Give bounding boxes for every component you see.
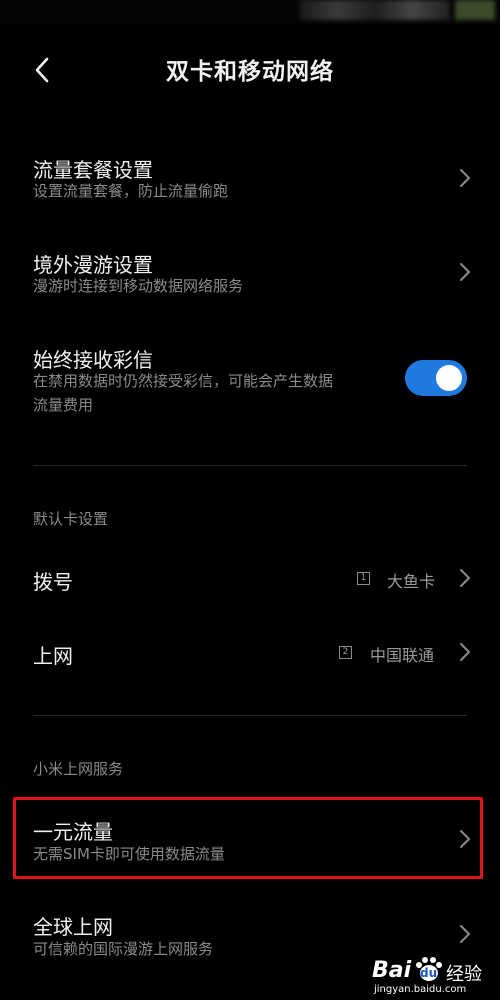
item-title: 境外漫游设置 bbox=[33, 253, 153, 277]
sim-1-icon: 1 bbox=[357, 572, 370, 585]
internet-value: 中国联通 bbox=[370, 646, 435, 665]
watermark-url: jingyan.baidu.com bbox=[374, 984, 467, 995]
roaming-settings-item[interactable]: 境外漫游设置 漫游时连接到移动数据网络服务 bbox=[0, 245, 500, 307]
internet-item[interactable]: 上网 2 中国联通 bbox=[0, 634, 500, 674]
traffic-plan-settings-item[interactable]: 流量套餐设置 设置流量套餐，防止流量偷跑 bbox=[0, 150, 500, 212]
chevron-right-icon bbox=[460, 569, 470, 587]
divider bbox=[33, 465, 467, 466]
sim-2-icon: 2 bbox=[339, 646, 352, 659]
item-title: 全球上网 bbox=[33, 915, 113, 939]
dial-value: 大鱼卡 bbox=[387, 572, 436, 591]
chevron-right-icon bbox=[460, 925, 470, 943]
chevron-right-icon bbox=[460, 169, 470, 187]
watermark-suffix: 经验 bbox=[446, 964, 482, 985]
item-subtitle: 可信赖的国际漫游上网服务 bbox=[33, 940, 214, 958]
section-label-default-card: 默认卡设置 bbox=[33, 510, 109, 528]
status-bar bbox=[0, 0, 500, 24]
divider bbox=[33, 715, 467, 716]
toggle-knob bbox=[436, 365, 462, 391]
status-icons-blurred bbox=[300, 0, 450, 20]
item-title: 拨号 bbox=[33, 570, 73, 594]
chevron-right-icon bbox=[460, 643, 470, 661]
item-subtitle-line1: 在禁用数据时仍然接受彩信，可能会产生数据 bbox=[33, 372, 334, 390]
section-label-xiaomi-service: 小米上网服务 bbox=[33, 760, 124, 778]
chevron-right-icon bbox=[460, 263, 470, 281]
mms-toggle[interactable] bbox=[405, 360, 467, 396]
always-receive-mms-item: 始终接收彩信 在禁用数据时仍然接受彩信，可能会产生数据 流量费用 bbox=[0, 340, 500, 420]
item-subtitle: 漫游时连接到移动数据网络服务 bbox=[33, 277, 244, 295]
item-title: 流量套餐设置 bbox=[33, 158, 153, 182]
baidu-jingyan-watermark: Bai du 经验 jingyan.baidu.com bbox=[372, 956, 492, 996]
highlight-box bbox=[13, 797, 483, 879]
item-title: 上网 bbox=[33, 644, 73, 668]
item-subtitle-line2: 流量费用 bbox=[33, 396, 94, 414]
battery-icon bbox=[455, 0, 495, 20]
item-title: 始终接收彩信 bbox=[33, 348, 153, 372]
page-title: 双卡和移动网络 bbox=[166, 59, 334, 85]
item-subtitle: 设置流量套餐，防止流量偷跑 bbox=[33, 182, 229, 200]
watermark-brand: Bai bbox=[372, 958, 412, 983]
dial-item[interactable]: 拨号 1 大鱼卡 bbox=[0, 560, 500, 600]
watermark-paw-text: du bbox=[420, 966, 438, 980]
header: 双卡和移动网络 bbox=[0, 40, 500, 100]
